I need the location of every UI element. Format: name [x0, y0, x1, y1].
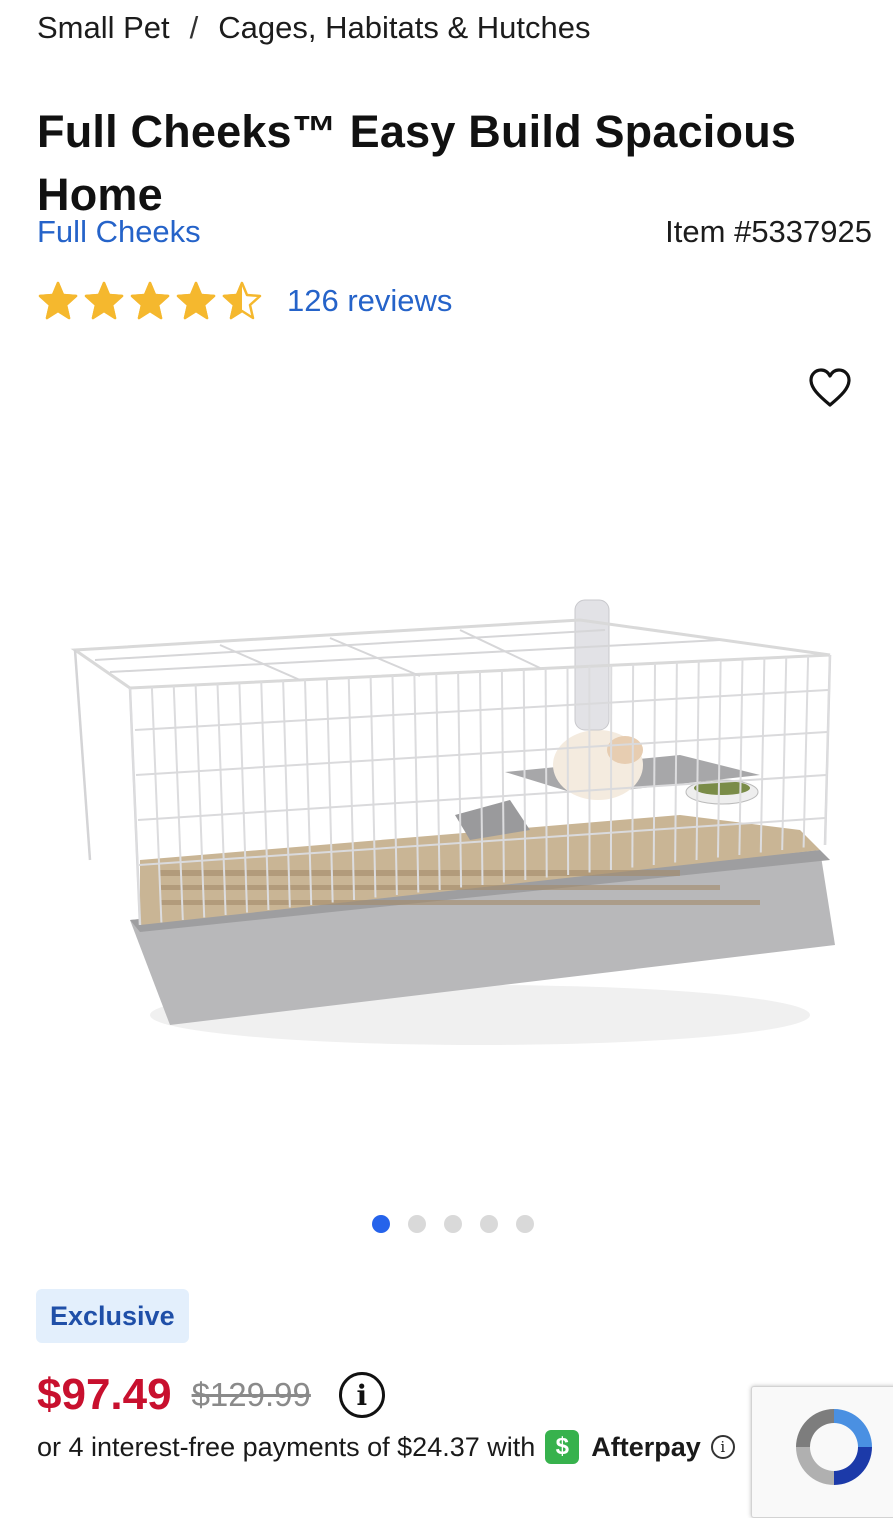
- sale-price: $97.49: [37, 1370, 172, 1420]
- price-row: $97.49 $129.99 i: [37, 1370, 385, 1420]
- breadcrumb-item-small-pet[interactable]: Small Pet: [37, 10, 170, 46]
- original-price: $129.99: [192, 1376, 311, 1414]
- favorite-button[interactable]: [806, 364, 854, 412]
- recaptcha-icon: [786, 1399, 882, 1495]
- image-carousel-indicator: [372, 1215, 534, 1233]
- product-title: Full Cheeks™ Easy Build Spacious Home: [37, 100, 817, 226]
- item-number: Item #5337925: [665, 214, 872, 250]
- recaptcha-badge[interactable]: [751, 1386, 893, 1518]
- star-icon: [83, 280, 125, 322]
- star-rating: [37, 280, 263, 322]
- exclusive-badge: Exclusive: [36, 1289, 189, 1343]
- star-icon: [129, 280, 171, 322]
- carousel-dot[interactable]: [372, 1215, 390, 1233]
- breadcrumb-item-cages[interactable]: Cages, Habitats & Hutches: [218, 10, 590, 46]
- heart-outline-icon: [808, 368, 852, 408]
- price-info-icon[interactable]: i: [339, 1372, 385, 1418]
- reviews-link[interactable]: 126 reviews: [287, 283, 452, 319]
- product-image[interactable]: [60, 560, 850, 1080]
- star-icon: [221, 280, 263, 322]
- carousel-dot[interactable]: [480, 1215, 498, 1233]
- afterpay-logo-icon: $: [545, 1430, 579, 1464]
- brand-link[interactable]: Full Cheeks: [37, 214, 201, 250]
- installments-text: or 4 interest-free payments of $24.37 wi…: [37, 1432, 535, 1463]
- carousel-dot[interactable]: [408, 1215, 426, 1233]
- star-icon: [37, 280, 79, 322]
- carousel-dot[interactable]: [444, 1215, 462, 1233]
- installments-row: or 4 interest-free payments of $24.37 wi…: [37, 1430, 735, 1464]
- breadcrumb: Small Pet / Cages, Habitats & Hutches: [37, 8, 590, 48]
- carousel-dot[interactable]: [516, 1215, 534, 1233]
- rating-summary: 126 reviews: [37, 280, 452, 322]
- star-icon: [175, 280, 217, 322]
- breadcrumb-separator: /: [190, 10, 199, 46]
- afterpay-name: Afterpay: [591, 1432, 701, 1463]
- afterpay-info-icon[interactable]: i: [711, 1435, 735, 1459]
